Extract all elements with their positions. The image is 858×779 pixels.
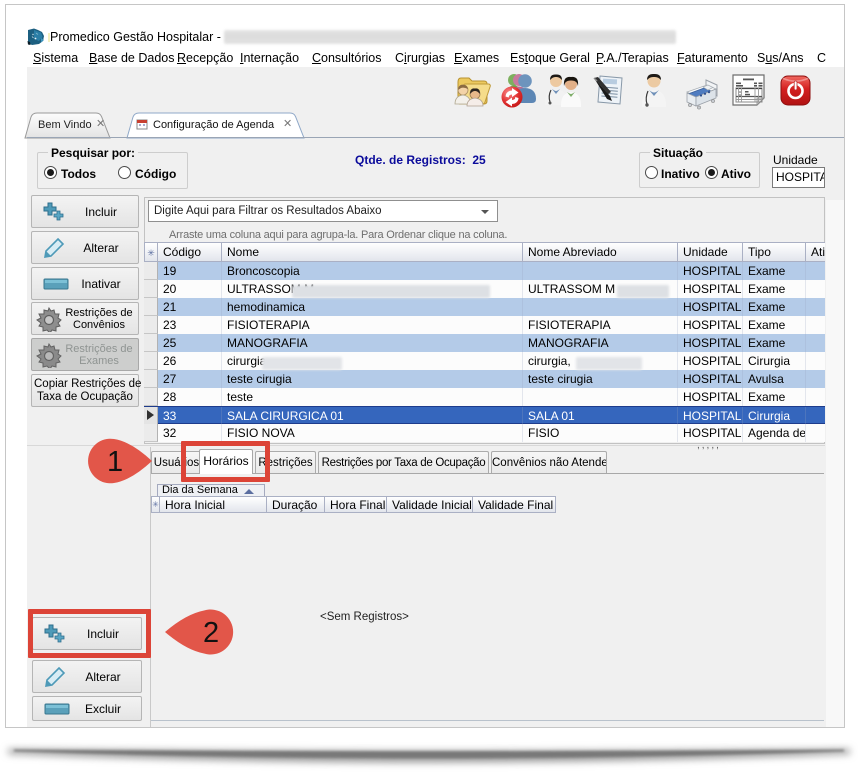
svg-text:1: 1 xyxy=(107,446,123,478)
svg-text:2: 2 xyxy=(203,617,219,649)
